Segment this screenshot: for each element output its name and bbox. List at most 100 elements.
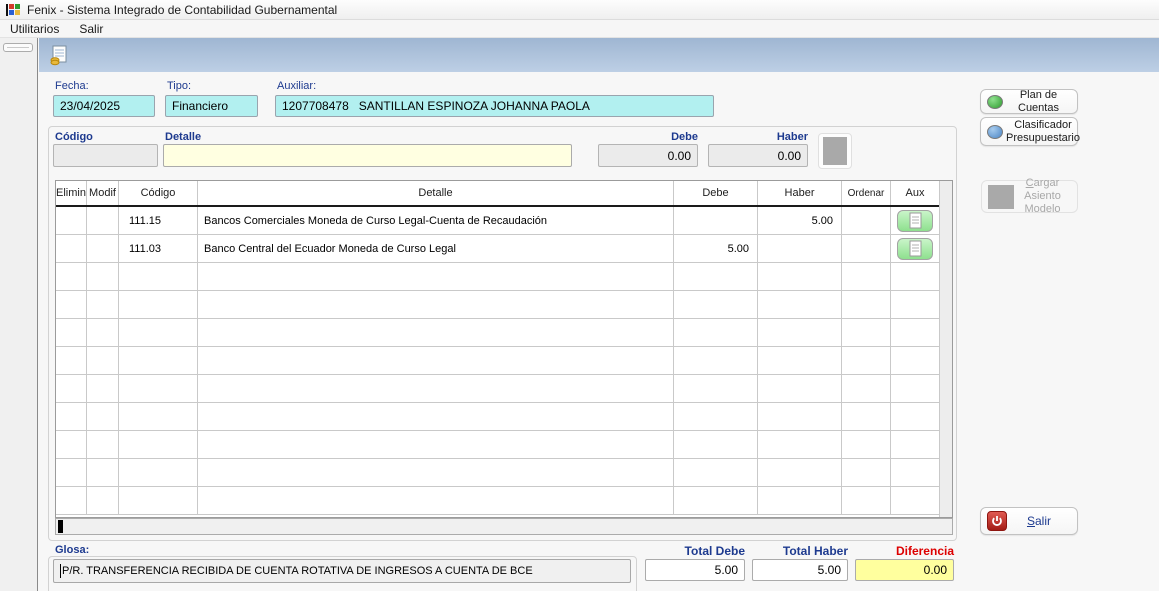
menu-utilitarios[interactable]: Utilitarios xyxy=(0,20,69,38)
grid-empty-cell xyxy=(842,263,891,290)
cell-codigo: 111.03 xyxy=(119,235,198,262)
cell-ordenar[interactable] xyxy=(842,207,891,234)
grid-empty-cell xyxy=(56,431,87,458)
fecha-label: Fecha: xyxy=(55,80,89,92)
journal-entry-toolbar-button[interactable] xyxy=(46,42,72,68)
grid-empty-cell xyxy=(198,347,674,374)
grid-empty-cell xyxy=(674,487,758,514)
salir-label: Salir xyxy=(1007,515,1071,528)
grid-empty-cell xyxy=(891,403,939,430)
aux-detail-button[interactable] xyxy=(897,210,933,232)
grid-empty-row xyxy=(56,459,939,487)
cell-haber: 5.00 xyxy=(758,207,842,234)
fecha-field[interactable]: 23/04/2025 xyxy=(53,95,155,117)
cell-elimin[interactable] xyxy=(56,207,87,234)
codigo-field[interactable] xyxy=(53,144,158,167)
cell-modif[interactable] xyxy=(87,235,119,262)
grid-empty-cell xyxy=(198,459,674,486)
add-entry-button[interactable] xyxy=(818,133,852,169)
grid-empty-cell xyxy=(198,263,674,290)
cell-debe: 5.00 xyxy=(674,235,758,262)
document-icon xyxy=(909,212,922,229)
tipo-field[interactable]: Financiero xyxy=(165,95,258,117)
grid-empty-cell xyxy=(674,459,758,486)
grid-empty-cell xyxy=(198,291,674,318)
cell-aux xyxy=(891,207,939,234)
grid-empty-cell xyxy=(891,319,939,346)
grid-empty-cell xyxy=(87,319,119,346)
detalle-field[interactable] xyxy=(163,144,572,167)
document-icon xyxy=(909,240,922,257)
grid-empty-cell xyxy=(56,403,87,430)
grid-row-2[interactable]: 111.03 Banco Central del Ecuador Moneda … xyxy=(56,235,939,263)
grid-empty-cell xyxy=(87,403,119,430)
disabled-square-icon xyxy=(988,185,1014,209)
grid-empty-cell xyxy=(87,375,119,402)
grid-empty-cell xyxy=(674,263,758,290)
glosa-label: Glosa: xyxy=(55,544,89,556)
auxiliar-field[interactable]: 1207708478 SANTILLAN ESPINOZA JOHANNA PA… xyxy=(275,95,714,117)
grid-empty-cell xyxy=(56,347,87,374)
total-debe-label: Total Debe xyxy=(645,544,745,558)
grid-empty-cell xyxy=(87,487,119,514)
col-header-elimin: Elimin xyxy=(56,181,87,205)
col-header-codigo: Código xyxy=(119,181,198,205)
grid-empty-cell xyxy=(842,431,891,458)
grid-empty-cell xyxy=(842,375,891,402)
grid-horizontal-scrollbar[interactable] xyxy=(55,518,953,535)
grid-empty-cell xyxy=(119,431,198,458)
grid-vertical-scrollbar[interactable] xyxy=(939,181,952,517)
grid-empty-cell xyxy=(674,375,758,402)
grid-empty-cell xyxy=(891,291,939,318)
grid-empty-cell xyxy=(198,431,674,458)
green-sphere-icon xyxy=(987,95,1003,109)
entries-grid: Elimin Modif Código Detalle Debe Haber O… xyxy=(55,180,953,518)
grid-empty-cell xyxy=(758,263,842,290)
cell-detalle: Banco Central del Ecuador Moneda de Curs… xyxy=(198,235,674,262)
aux-detail-button[interactable] xyxy=(897,238,933,260)
cell-elimin[interactable] xyxy=(56,235,87,262)
grid-row-1[interactable]: 111.15 Bancos Comerciales Moneda de Curs… xyxy=(56,207,939,235)
grid-area: Elimin Modif Código Detalle Debe Haber O… xyxy=(56,181,939,517)
col-header-debe: Debe xyxy=(674,181,758,205)
grid-empty-cell xyxy=(119,403,198,430)
grid-empty-row xyxy=(56,403,939,431)
grid-empty-cell xyxy=(891,487,939,514)
grid-empty-cell xyxy=(198,487,674,514)
power-icon xyxy=(987,511,1007,531)
col-header-haber: Haber xyxy=(758,181,842,205)
grid-empty-row xyxy=(56,487,939,515)
grid-empty-cell xyxy=(842,459,891,486)
detalle-label: Detalle xyxy=(165,131,201,143)
clasificador-label-line2: Presupuestario xyxy=(1006,132,1080,145)
cell-modif[interactable] xyxy=(87,207,119,234)
col-header-ordenar: Ordenar xyxy=(842,181,891,205)
grid-empty-cell xyxy=(119,347,198,374)
grid-empty-cell xyxy=(758,347,842,374)
left-sidebar xyxy=(0,38,38,591)
grid-empty-cell xyxy=(119,375,198,402)
journal-document-icon xyxy=(48,44,70,66)
col-header-aux: Aux xyxy=(891,181,939,205)
cargar-asiento-modelo-button: Cargar Asiento Modelo xyxy=(981,180,1078,213)
cell-ordenar[interactable] xyxy=(842,235,891,262)
plan-de-cuentas-button[interactable]: Plan de Cuentas xyxy=(980,89,1078,114)
salir-button[interactable]: Salir xyxy=(980,507,1078,535)
scrollbar-thumb[interactable] xyxy=(58,520,63,533)
grid-empty-cell xyxy=(891,375,939,402)
grid-empty-row xyxy=(56,319,939,347)
total-debe-field: 5.00 xyxy=(645,559,745,581)
grid-empty-cell xyxy=(87,263,119,290)
menu-salir[interactable]: Salir xyxy=(69,20,113,38)
clasificador-presupuestario-button[interactable]: Clasificador Presupuestario xyxy=(980,117,1078,146)
cell-codigo: 111.15 xyxy=(119,207,198,234)
toolbar xyxy=(39,38,1159,72)
grid-empty-cell xyxy=(56,487,87,514)
glosa-field[interactable]: P/R. TRANSFERENCIA RECIBIDA DE CUENTA RO… xyxy=(53,559,631,583)
diferencia-label: Diferencia xyxy=(855,544,954,558)
cargar-label-line2: Modelo xyxy=(1014,203,1071,216)
sidebar-collapse-handle[interactable] xyxy=(3,43,33,52)
grid-empty-cell xyxy=(891,263,939,290)
grid-empty-cell xyxy=(674,431,758,458)
glosa-text: P/R. TRANSFERENCIA RECIBIDA DE CUENTA RO… xyxy=(62,565,533,577)
